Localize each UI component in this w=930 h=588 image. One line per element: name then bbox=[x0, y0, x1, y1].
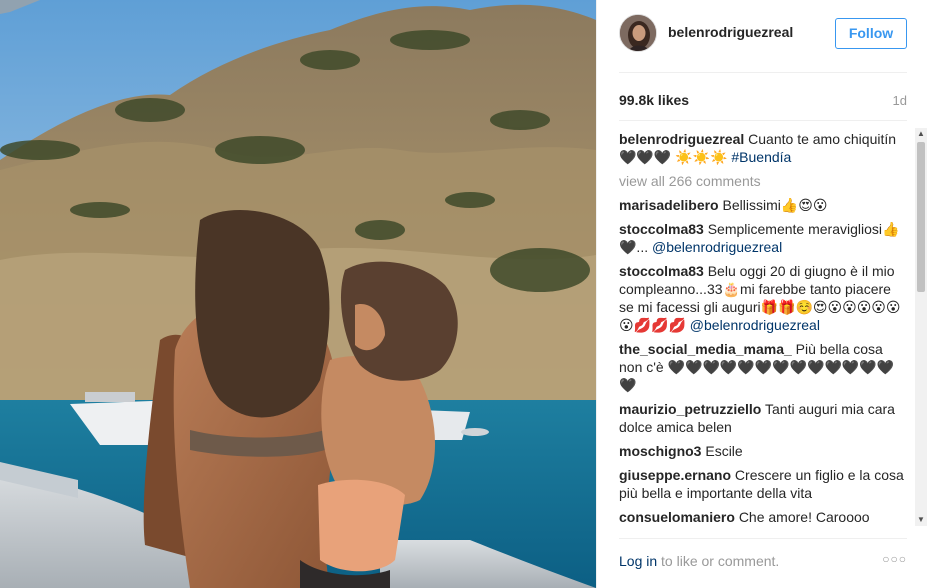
avatar[interactable] bbox=[619, 14, 657, 52]
header-divider bbox=[619, 72, 907, 73]
comments-scrollbar[interactable]: ▲ ▼ bbox=[915, 128, 927, 526]
follow-button[interactable]: Follow bbox=[835, 18, 907, 49]
post-stats: 99.8k likes 1d bbox=[619, 92, 907, 112]
comment-item: the_social_media_mama_ Più bella cosa no… bbox=[619, 340, 905, 394]
comment-item: stoccolma83 Belu oggi 20 di giugno è il … bbox=[619, 262, 905, 334]
post-sidebar: belenrodriguezreal Follow 99.8k likes 1d… bbox=[596, 0, 930, 588]
comment-item: giuseppe.ernano Crescere un figlio e la … bbox=[619, 466, 905, 502]
comment-username[interactable]: consuelomaniero bbox=[619, 509, 735, 525]
footer-divider bbox=[619, 538, 907, 539]
post-time[interactable]: 1d bbox=[893, 93, 907, 108]
username[interactable]: belenrodriguezreal bbox=[668, 24, 793, 40]
avatar-image bbox=[620, 15, 656, 51]
stats-divider bbox=[619, 120, 907, 121]
comment-username[interactable]: marisadelibero bbox=[619, 197, 719, 213]
comment-username[interactable]: stoccolma83 bbox=[619, 221, 704, 237]
comment-text: Che amore! Caroooo bbox=[738, 509, 870, 525]
comment-item: stoccolma83 Semplicemente meravigliosi👍🖤… bbox=[619, 220, 905, 256]
login-prompt: Log in to like or comment. bbox=[619, 553, 779, 569]
comment-item: moschigno3 Escile bbox=[619, 442, 905, 460]
login-link[interactable]: Log in bbox=[619, 553, 657, 569]
login-prompt-text: to like or comment. bbox=[657, 553, 780, 569]
more-horizontal-icon[interactable]: ○○○ bbox=[882, 552, 907, 566]
comment-text: Escile bbox=[705, 443, 743, 459]
post-footer: Log in to like or comment. ○○○ bbox=[619, 550, 907, 574]
comments-list[interactable]: belenrodriguezreal Cuanto te amo chiquit… bbox=[619, 130, 905, 526]
comment-username[interactable]: the_social_media_mama_ bbox=[619, 341, 792, 357]
scroll-down-arrow-icon[interactable]: ▼ bbox=[915, 514, 927, 526]
comment-username[interactable]: stoccolma83 bbox=[619, 263, 704, 279]
likes-count[interactable]: 99.8k likes bbox=[619, 92, 689, 108]
comment-mention[interactable]: @belenrodriguezreal bbox=[690, 317, 820, 333]
caption-username[interactable]: belenrodriguezreal bbox=[619, 131, 744, 147]
post-header: belenrodriguezreal Follow bbox=[597, 0, 930, 72]
scroll-thumb[interactable] bbox=[917, 142, 925, 292]
caption: belenrodriguezreal Cuanto te amo chiquit… bbox=[619, 130, 905, 166]
view-all-comments-link[interactable]: view all 266 comments bbox=[619, 172, 905, 190]
post-photo[interactable] bbox=[0, 0, 596, 588]
comment-mention[interactable]: @belenrodriguezreal bbox=[652, 239, 782, 255]
comment-item: consuelomaniero Che amore! Caroooo bbox=[619, 508, 905, 526]
comment-item: marisadelibero Bellissimi👍😍😮 bbox=[619, 196, 905, 214]
comment-username[interactable]: maurizio_petruzziello bbox=[619, 401, 761, 417]
comment-text: Bellissimi👍😍😮 bbox=[722, 197, 828, 213]
caption-hashtag[interactable]: #Buendía bbox=[731, 149, 791, 165]
comment-item: maurizio_petruzziello Tanti auguri mia c… bbox=[619, 400, 905, 436]
photo-illustration bbox=[0, 0, 596, 588]
comment-username[interactable]: giuseppe.ernano bbox=[619, 467, 731, 483]
scroll-up-arrow-icon[interactable]: ▲ bbox=[915, 128, 927, 140]
corner-edge-icon bbox=[0, 0, 40, 14]
comment-username[interactable]: moschigno3 bbox=[619, 443, 701, 459]
